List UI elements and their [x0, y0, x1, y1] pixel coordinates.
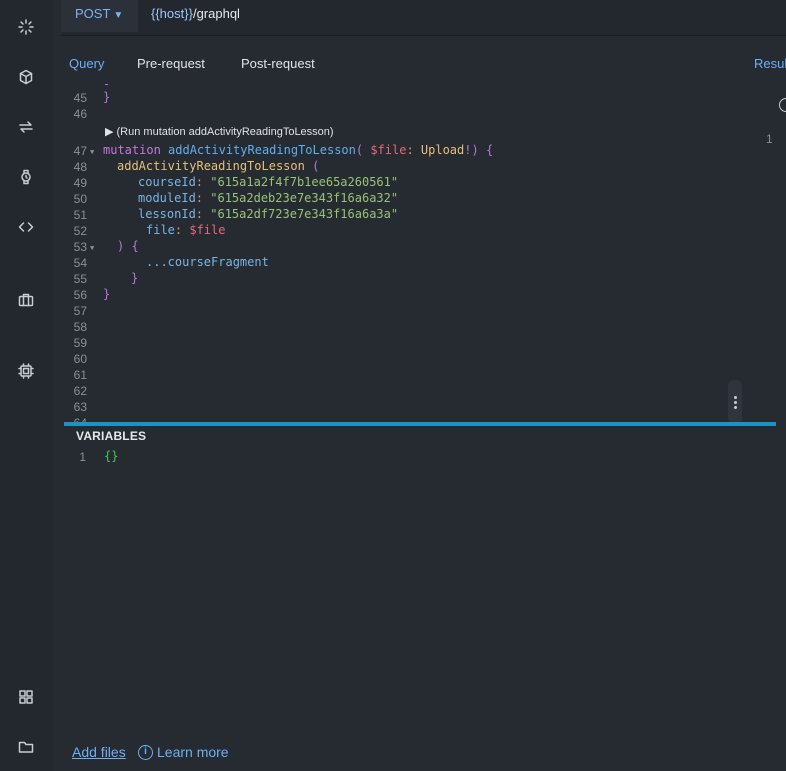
fragment-spread: ...courseFragment — [146, 255, 269, 269]
tab-pre-request[interactable]: Pre-request — [137, 56, 205, 71]
kebab-menu-icon[interactable] — [730, 396, 740, 412]
variable: $file — [370, 143, 407, 157]
sidebar — [0, 0, 53, 771]
chip-icon[interactable] — [14, 359, 38, 383]
code-token: ( — [355, 143, 371, 157]
line-number: 51 — [73, 208, 87, 222]
code-token: !) { — [464, 143, 494, 157]
code-line: lessonId: "615a2df723e7e343f16a6a3a" — [138, 207, 399, 221]
line-number: 56 — [73, 288, 87, 302]
method-label: POST — [75, 6, 111, 21]
tab-post-request[interactable]: Post-request — [241, 56, 315, 71]
spinner-icon[interactable] — [14, 15, 38, 39]
code-token: ( — [304, 159, 320, 173]
line-number: 1 — [79, 450, 86, 464]
argument: lessonId — [138, 207, 196, 221]
pane-resize-handle[interactable] — [64, 422, 776, 426]
code-token: : — [406, 143, 421, 157]
string-value: "615a2deb23e7e343f16a6a32" — [210, 191, 399, 205]
url-input[interactable]: {{host}}/graphql — [151, 6, 240, 21]
argument: moduleId — [138, 191, 196, 205]
query-editor[interactable]: - 45 } 46 ▶ (Run mutation addActivityRea… — [61, 80, 776, 422]
code-token: ) { — [117, 239, 139, 253]
cube-icon[interactable] — [14, 65, 38, 89]
line-number: 58 — [73, 320, 87, 334]
tab-results[interactable]: Resul — [754, 56, 786, 71]
line-number: 62 — [73, 384, 87, 398]
code-line: file: $file — [146, 223, 226, 237]
variable: $file — [189, 223, 226, 237]
add-files-link[interactable]: Add files — [72, 744, 126, 760]
line-number: 47 — [73, 144, 87, 158]
url-path: /graphql — [192, 6, 240, 21]
folder-icon[interactable] — [14, 735, 38, 759]
field-name: addActivityReadingToLesson — [117, 159, 305, 173]
info-icon: i — [138, 744, 153, 760]
line-number: 61 — [73, 368, 87, 382]
method-select[interactable]: POST ▼ — [61, 0, 138, 32]
line-number: 46 — [73, 107, 87, 121]
code-token: } — [131, 271, 139, 285]
watch-icon[interactable] — [14, 165, 38, 189]
variables-editor[interactable]: {} — [104, 449, 118, 463]
line-number: 53 — [73, 240, 87, 254]
url-bar: POST ▼ {{host}}/graphql — [61, 0, 786, 36]
string-value: "615a2df723e7e343f16a6a3a" — [210, 207, 399, 221]
tab-query[interactable]: Query — [69, 56, 104, 71]
briefcase-icon[interactable] — [14, 288, 38, 312]
argument: courseId — [138, 175, 196, 189]
code-icon[interactable] — [14, 215, 38, 239]
code-line: courseId: "615a1a2f4f7b1ee65a260561" — [138, 175, 399, 189]
line-number: 48 — [73, 160, 87, 174]
line-number: 59 — [73, 336, 87, 350]
line-number: 63 — [73, 400, 87, 414]
argument: file — [146, 223, 175, 237]
fold-arrow-icon[interactable]: ▼ — [90, 244, 94, 252]
keyword: mutation — [103, 143, 161, 157]
line-number: 54 — [73, 256, 87, 270]
refresh-icon[interactable] — [779, 98, 786, 112]
line-number: 57 — [73, 304, 87, 318]
exchange-icon[interactable] — [14, 115, 38, 139]
url-host-variable[interactable]: {{host}} — [151, 6, 193, 21]
fold-arrow-icon[interactable]: ▼ — [90, 148, 94, 156]
code-token: } — [103, 287, 111, 301]
line-number: 45 — [73, 91, 87, 105]
chevron-down-icon: ▼ — [113, 10, 124, 21]
string-value: "615a1a2f4f7b1ee65a260561" — [210, 175, 399, 189]
line-number: 49 — [73, 176, 87, 190]
operation-name: addActivityReadingToLesson — [168, 143, 356, 157]
code-line: moduleId: "615a2deb23e7e343f16a6a32" — [138, 191, 399, 205]
type: Upload — [420, 143, 465, 157]
variables-title: VARIABLES — [76, 429, 147, 443]
code-line: addActivityReadingToLesson ( — [117, 159, 319, 173]
code-line: mutation addActivityReadingToLesson( $fi… — [103, 143, 493, 157]
code-token: } — [103, 90, 111, 104]
learn-more-label: Learn more — [157, 744, 229, 760]
learn-more-link[interactable]: i Learn more — [138, 744, 229, 760]
line-number: 60 — [73, 352, 87, 366]
line-number: 50 — [73, 192, 87, 206]
line-number: 52 — [73, 224, 87, 238]
run-mutation-link[interactable]: ▶ (Run mutation addActivityReadingToLess… — [105, 125, 334, 138]
grid-icon[interactable] — [14, 685, 38, 709]
request-tabs: Query Pre-request Post-request — [61, 36, 786, 86]
line-number: 55 — [73, 272, 87, 286]
